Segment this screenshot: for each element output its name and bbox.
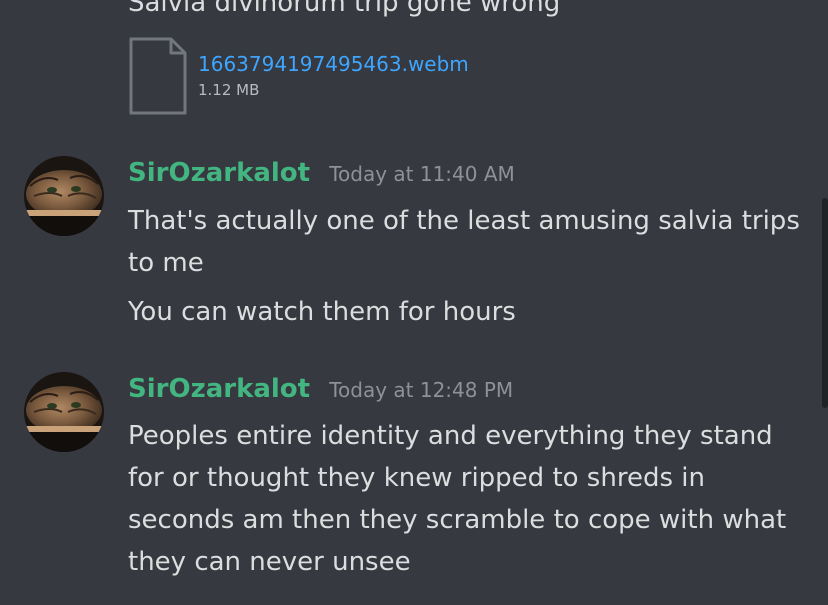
file-attachment[interactable]: 1663794197495463.webm 1.12 MB: [128, 36, 508, 116]
file-size: 1.12 MB: [198, 81, 260, 99]
scrollbar[interactable]: [822, 198, 828, 408]
message-header: SirOzarkalot Today at 11:40 AM: [128, 158, 515, 188]
avatar[interactable]: [24, 372, 104, 452]
message-text: Peoples entire identity and everything t…: [128, 421, 787, 577]
timestamp: Today at 12:48 PM: [329, 378, 514, 402]
message-header: SirOzarkalot Today at 12:48 PM: [128, 374, 513, 404]
avatar[interactable]: [24, 156, 104, 236]
chat-messages[interactable]: Salvia divinorum trip gone wrong 1663794…: [0, 0, 828, 605]
file-icon: [129, 37, 187, 115]
message-text: Salvia divinorum trip gone wrong: [128, 0, 561, 18]
cat-avatar-icon: [24, 156, 104, 236]
username[interactable]: SirOzarkalot: [128, 158, 310, 188]
file-name-link[interactable]: 1663794197495463.webm: [198, 50, 469, 78]
cat-avatar-icon: [24, 372, 104, 452]
message-text: You can watch them for hours: [128, 297, 516, 327]
message-text: That's actually one of the least amusing…: [128, 206, 800, 278]
timestamp: Today at 11:40 AM: [329, 162, 515, 186]
username[interactable]: SirOzarkalot: [128, 374, 310, 404]
